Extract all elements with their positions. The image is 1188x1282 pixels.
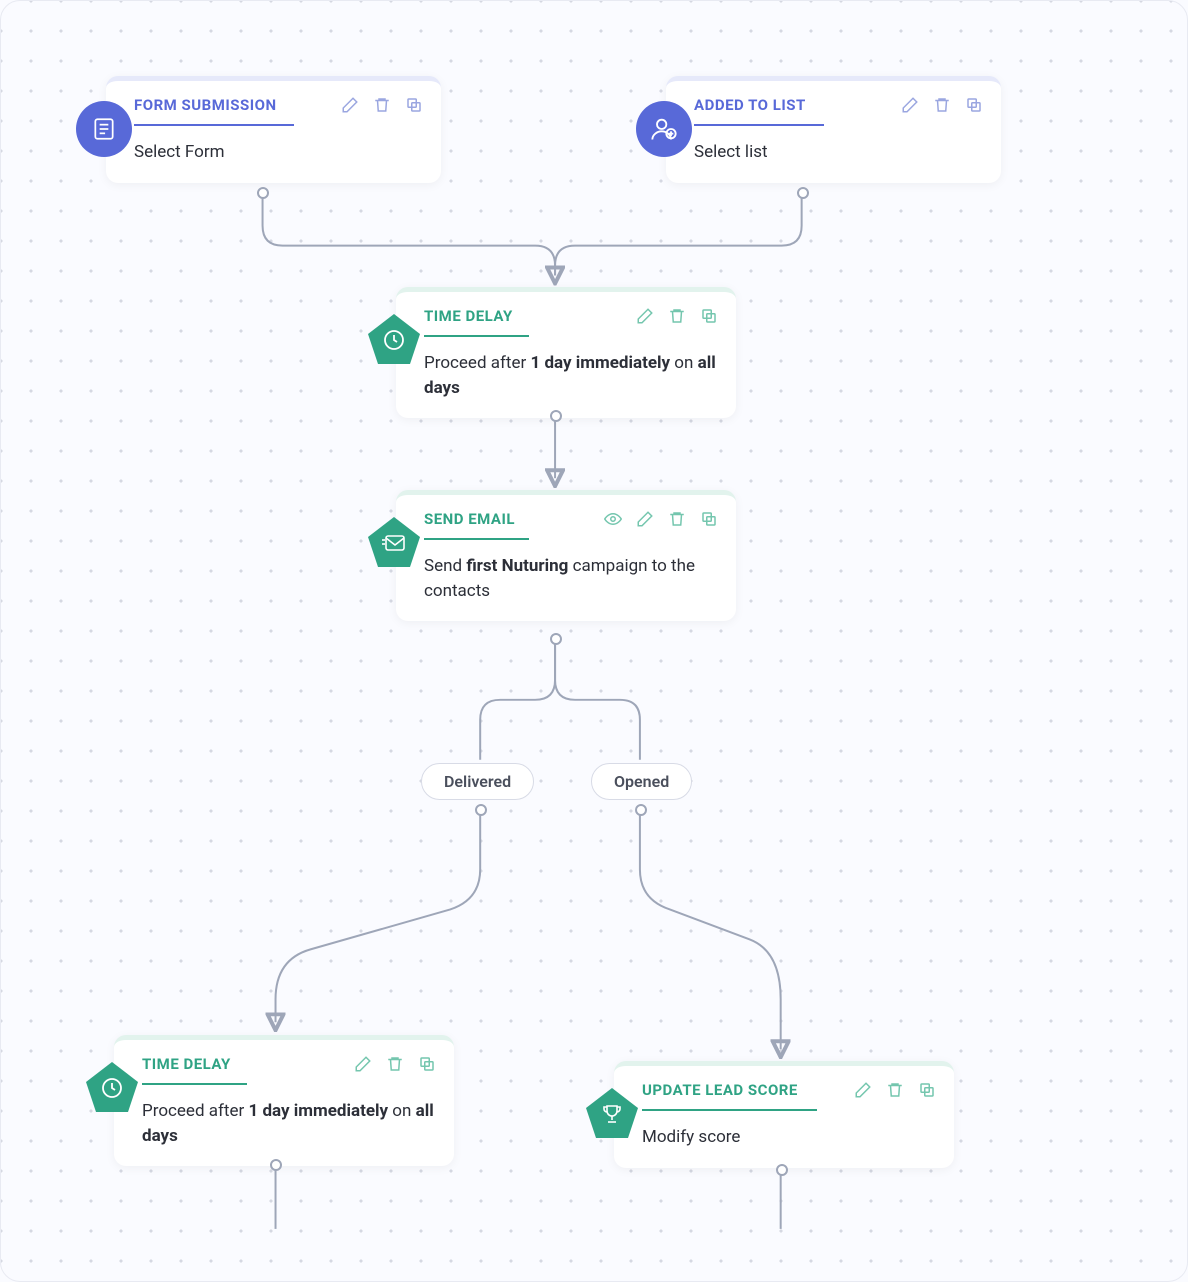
trash-icon[interactable] [933,96,951,114]
divider [642,1109,817,1111]
node-time-delay-1[interactable]: TIME DELAY Proceed after 1 day immediate… [396,287,736,418]
node-update-lead-score[interactable]: UPDATE LEAD SCORE Modify score [614,1061,954,1168]
email-icon [366,515,422,571]
node-send-email[interactable]: SEND EMAIL Send first Nuturing campaign … [396,490,736,621]
connector-pin[interactable] [270,1159,282,1171]
node-body: Proceed after 1 day immediately on all d… [132,1099,436,1148]
trash-icon[interactable] [668,307,686,325]
trash-icon[interactable] [886,1081,904,1099]
node-body: Send first Nuturing campaign to the cont… [414,554,718,603]
trophy-icon [584,1086,640,1142]
node-title: UPDATE LEAD SCORE [642,1081,798,1099]
copy-icon[interactable] [965,96,983,114]
chip-opened[interactable]: Opened [591,763,692,800]
copy-icon[interactable] [700,307,718,325]
clock-icon [84,1060,140,1116]
form-icon [76,101,132,157]
copy-icon[interactable] [918,1081,936,1099]
node-body: Proceed after 1 day immediately on all d… [414,351,718,400]
copy-icon[interactable] [418,1055,436,1073]
trash-icon[interactable] [668,510,686,528]
node-title: TIME DELAY [424,307,513,325]
edit-icon[interactable] [636,307,654,325]
connector-pin[interactable] [550,633,562,645]
eye-icon[interactable] [604,510,622,528]
node-body: Select list [684,140,983,165]
divider [694,124,824,126]
edit-icon[interactable] [354,1055,372,1073]
node-body: Modify score [632,1125,936,1150]
edit-icon[interactable] [636,510,654,528]
node-form-submission[interactable]: FORM SUBMISSION Select Form [106,76,441,183]
node-title: ADDED TO LIST [694,96,806,114]
connector-pin[interactable] [776,1164,788,1176]
connector-pin[interactable] [475,804,487,816]
chip-delivered[interactable]: Delivered [421,763,534,800]
divider [424,538,529,540]
connector-pin[interactable] [635,804,647,816]
add-user-icon [636,101,692,157]
connector-pin[interactable] [550,410,562,422]
node-body: Select Form [124,140,423,165]
edit-icon[interactable] [341,96,359,114]
clock-icon [366,312,422,368]
divider [134,124,294,126]
divider [424,335,529,337]
node-time-delay-2[interactable]: TIME DELAY Proceed after 1 day immediate… [114,1035,454,1166]
node-title: SEND EMAIL [424,510,515,528]
workflow-canvas[interactable]: FORM SUBMISSION Select Form ADDED TO LIS… [0,0,1188,1282]
trash-icon[interactable] [386,1055,404,1073]
connector-pin[interactable] [797,187,809,199]
divider [142,1083,247,1085]
copy-icon[interactable] [700,510,718,528]
connector-pin[interactable] [257,187,269,199]
node-added-to-list[interactable]: ADDED TO LIST Select list [666,76,1001,183]
node-title: TIME DELAY [142,1055,231,1073]
node-title: FORM SUBMISSION [134,96,277,114]
copy-icon[interactable] [405,96,423,114]
edit-icon[interactable] [901,96,919,114]
trash-icon[interactable] [373,96,391,114]
edit-icon[interactable] [854,1081,872,1099]
